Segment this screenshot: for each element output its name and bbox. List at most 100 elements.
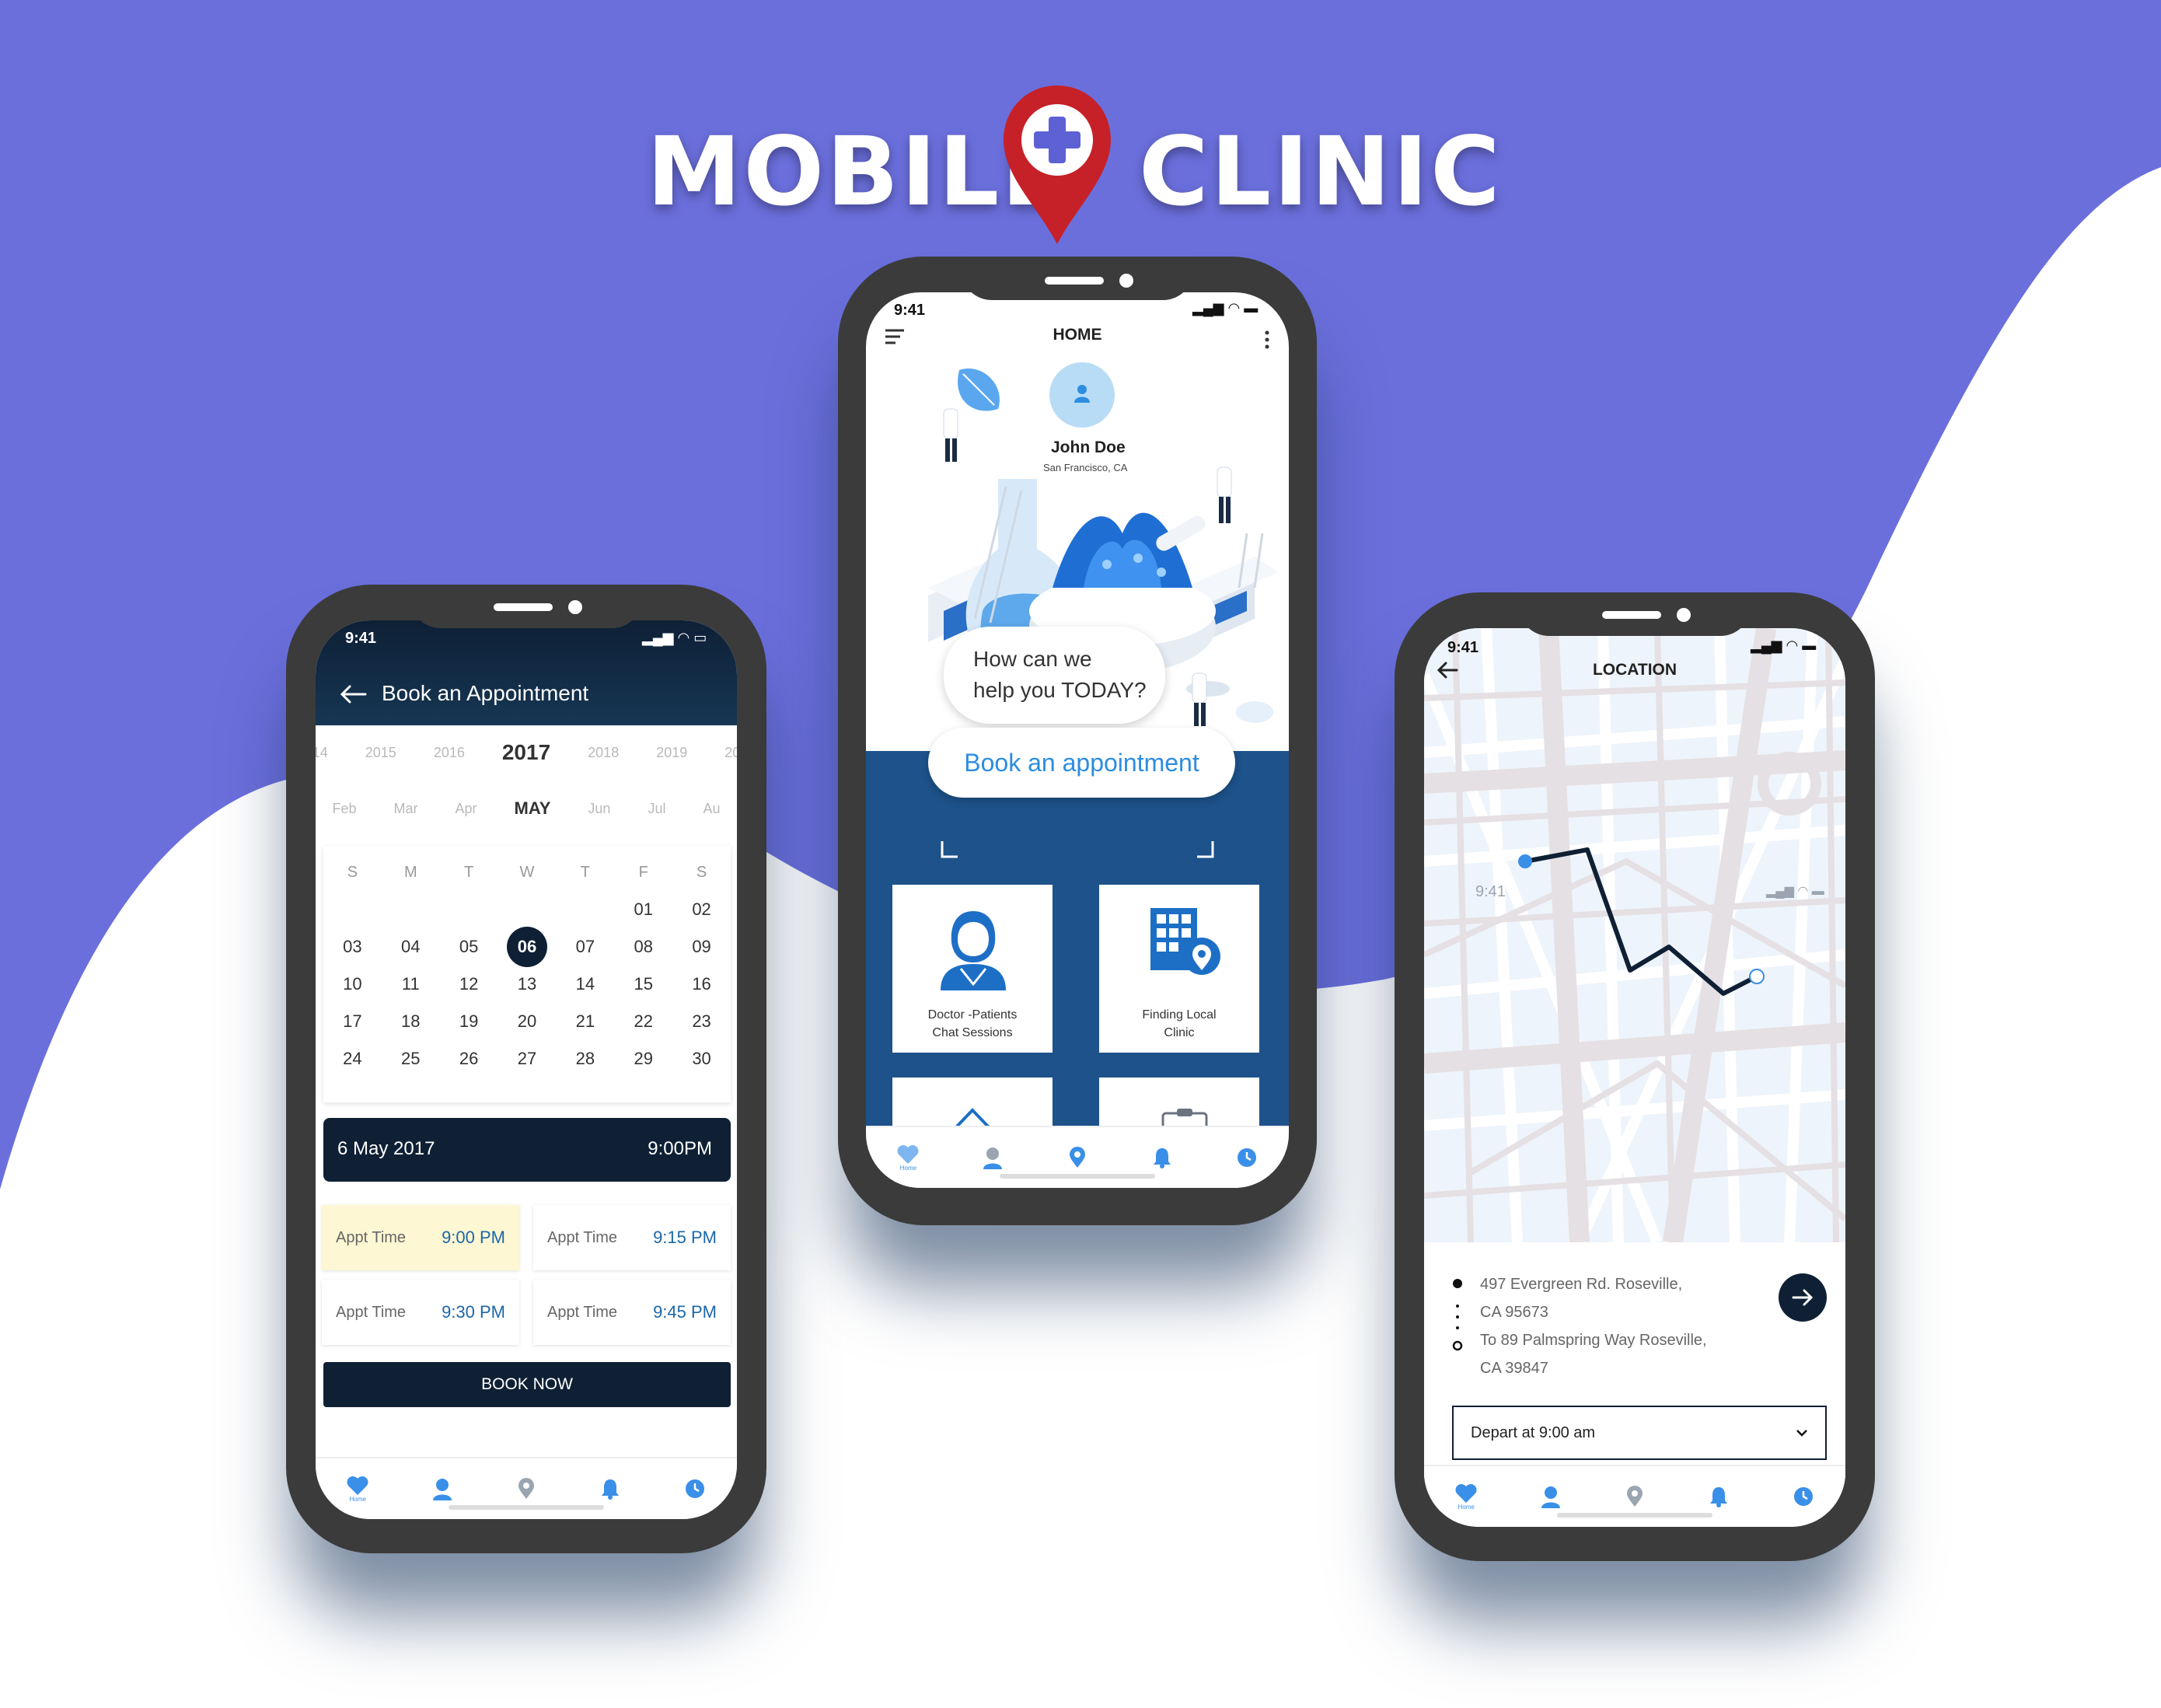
- year-option[interactable]: 014: [316, 745, 328, 761]
- year-option[interactable]: 2016: [434, 745, 465, 761]
- calendar-day[interactable]: 08: [614, 928, 672, 966]
- tab-location[interactable]: [508, 1470, 545, 1507]
- calendar-day[interactable]: 27: [498, 1040, 557, 1078]
- calendar-day[interactable]: 26: [440, 1040, 498, 1078]
- calendar-day-number: 29: [634, 1049, 653, 1068]
- user-avatar[interactable]: [1049, 362, 1115, 428]
- book-appointment-button[interactable]: Book an appointment: [928, 728, 1235, 798]
- calendar-day[interactable]: 29: [614, 1040, 672, 1078]
- calendar-day[interactable]: 19: [440, 1003, 498, 1040]
- chevron-down-icon: [1796, 1430, 1807, 1437]
- tile-chat-sessions[interactable]: Doctor -Patients Chat Sessions: [892, 885, 1053, 1053]
- time-slot[interactable]: Appt Time 9:30 PM: [322, 1280, 519, 1345]
- calendar-day[interactable]: 01: [614, 891, 672, 928]
- calendar-day[interactable]: 20: [498, 1003, 557, 1040]
- calendar-day-number: 08: [634, 937, 653, 956]
- appointment-title: Book an Appointment: [382, 681, 589, 705]
- calendar-day[interactable]: 04: [382, 928, 440, 966]
- calendar-day[interactable]: 15: [614, 966, 672, 1003]
- tab-doctor[interactable]: [424, 1470, 461, 1507]
- calendar-day-selected[interactable]: 06: [498, 927, 557, 967]
- calendar-day[interactable]: 03: [323, 928, 382, 966]
- month-option[interactable]: Mar: [394, 801, 418, 817]
- calendar-day-number: 14: [575, 974, 595, 994]
- calendar-day[interactable]: 09: [672, 928, 731, 966]
- weekday-header: M: [403, 863, 417, 881]
- month-option[interactable]: Au: [703, 801, 720, 817]
- time-slot[interactable]: Appt Time 9:45 PM: [533, 1280, 731, 1345]
- tab-history[interactable]: [1228, 1139, 1266, 1176]
- calendar-day[interactable]: 02: [672, 891, 731, 928]
- calendar-day[interactable]: 12: [440, 966, 498, 1003]
- start-route-button[interactable]: [1779, 1273, 1827, 1322]
- month-option[interactable]: Jun: [588, 801, 610, 817]
- tab-location[interactable]: [1616, 1478, 1653, 1515]
- tab-bar: Home: [1424, 1465, 1845, 1527]
- destination-line-1: To 89 Palmspring Way Roseville,: [1480, 1332, 1707, 1349]
- tile-label: Doctor -Patients Chat Sessions: [927, 1008, 1018, 1039]
- calendar-day-number: 05: [459, 937, 479, 956]
- depart-time-select[interactable]: Depart at 9:00 am: [1452, 1406, 1827, 1460]
- calendar-day-number: 12: [459, 974, 479, 994]
- battery-icon: ▬: [1802, 637, 1817, 653]
- time-slot[interactable]: Appt Time 9:15 PM: [533, 1205, 731, 1270]
- calendar-day[interactable]: 23: [672, 1003, 731, 1040]
- calendar-day[interactable]: 07: [556, 928, 614, 966]
- year-option[interactable]: 202: [724, 745, 737, 761]
- tab-home[interactable]: Home: [1447, 1478, 1485, 1515]
- tab-location[interactable]: [1059, 1139, 1096, 1176]
- calendar-day[interactable]: 28: [556, 1040, 614, 1078]
- tab-history[interactable]: [1785, 1478, 1822, 1515]
- calendar-day[interactable]: 21: [556, 1003, 614, 1040]
- year-option[interactable]: 2018: [588, 745, 619, 761]
- doctor-icon: [941, 911, 1006, 990]
- slot-label: Appt Time: [547, 1228, 618, 1246]
- month-option[interactable]: Jul: [648, 801, 665, 817]
- tab-notifications[interactable]: [1700, 1478, 1737, 1515]
- tab-doctor[interactable]: [1532, 1478, 1569, 1515]
- tab-notifications[interactable]: [592, 1470, 629, 1507]
- weekday-header: F: [638, 863, 648, 881]
- month-option[interactable]: Feb: [333, 801, 357, 817]
- wifi-icon: ◠: [677, 630, 690, 645]
- year-option[interactable]: 2019: [656, 745, 687, 761]
- calendar-day[interactable]: 14: [556, 966, 614, 1003]
- tab-home[interactable]: Home: [889, 1139, 927, 1176]
- year-picker[interactable]: 014 2015 2016 2017 2018 2019 202: [316, 729, 737, 776]
- book-now-button[interactable]: BOOK NOW: [323, 1362, 731, 1407]
- calendar-day[interactable]: 22: [614, 1003, 672, 1040]
- calendar-day[interactable]: 13: [498, 966, 557, 1003]
- calendar-day[interactable]: 25: [382, 1040, 440, 1078]
- slot-time: 9:30 PM: [442, 1302, 505, 1322]
- tile-find-clinic[interactable]: Finding Local Clinic: [1099, 885, 1259, 1053]
- calendar-day[interactable]: 17: [323, 1003, 382, 1040]
- calendar-day[interactable]: 05: [440, 928, 498, 966]
- calendar-day[interactable]: 24: [323, 1040, 382, 1078]
- month-option[interactable]: Apr: [456, 801, 477, 817]
- tab-doctor[interactable]: [974, 1139, 1011, 1176]
- year-option[interactable]: 2015: [365, 745, 396, 761]
- tab-home[interactable]: Home: [339, 1470, 376, 1507]
- appointment-screen: Book an Appointment 9:41 ▂▄▆ ◠ ▭ 014 201…: [316, 620, 737, 1519]
- calendar-day[interactable]: 11: [382, 966, 440, 1003]
- weekday-header: S: [696, 863, 707, 881]
- calendar-day-number: 17: [343, 1011, 362, 1031]
- status-icons: ▂▄▆ ◠ ▭: [642, 630, 707, 646]
- calendar-day[interactable]: 30: [672, 1040, 731, 1078]
- year-option-selected[interactable]: 2017: [502, 740, 550, 765]
- status-icons: ▂▄▆ ◠ ▬: [1192, 300, 1258, 316]
- location-screen: 9:41 ▂▄▆ ◠ ▬ 9:41 ▂▄▆ ◠ ▬ LOCATION 497 E…: [1424, 628, 1845, 1527]
- calendar-day[interactable]: 10: [323, 966, 382, 1003]
- month-option-selected[interactable]: MAY: [515, 798, 551, 819]
- back-arrow-icon[interactable]: [339, 684, 367, 704]
- tab-history[interactable]: [676, 1470, 714, 1507]
- route-map[interactable]: 9:41 ▂▄▆ ◠ ▬: [1424, 628, 1845, 1242]
- tab-notifications[interactable]: [1143, 1139, 1181, 1176]
- calendar-day[interactable]: 16: [672, 966, 731, 1003]
- map-overlay-status-icons: ▂▄▆ ◠ ▬: [1766, 885, 1824, 898]
- time-slot[interactable]: Appt Time 9:00 PM: [322, 1205, 519, 1270]
- month-picker[interactable]: Feb Mar Apr MAY Jun Jul Au: [316, 785, 737, 832]
- more-options-icon[interactable]: [1264, 330, 1270, 350]
- selected-datetime-bar: 6 May 2017 9:00PM: [323, 1118, 731, 1182]
- calendar-day[interactable]: 18: [382, 1003, 440, 1040]
